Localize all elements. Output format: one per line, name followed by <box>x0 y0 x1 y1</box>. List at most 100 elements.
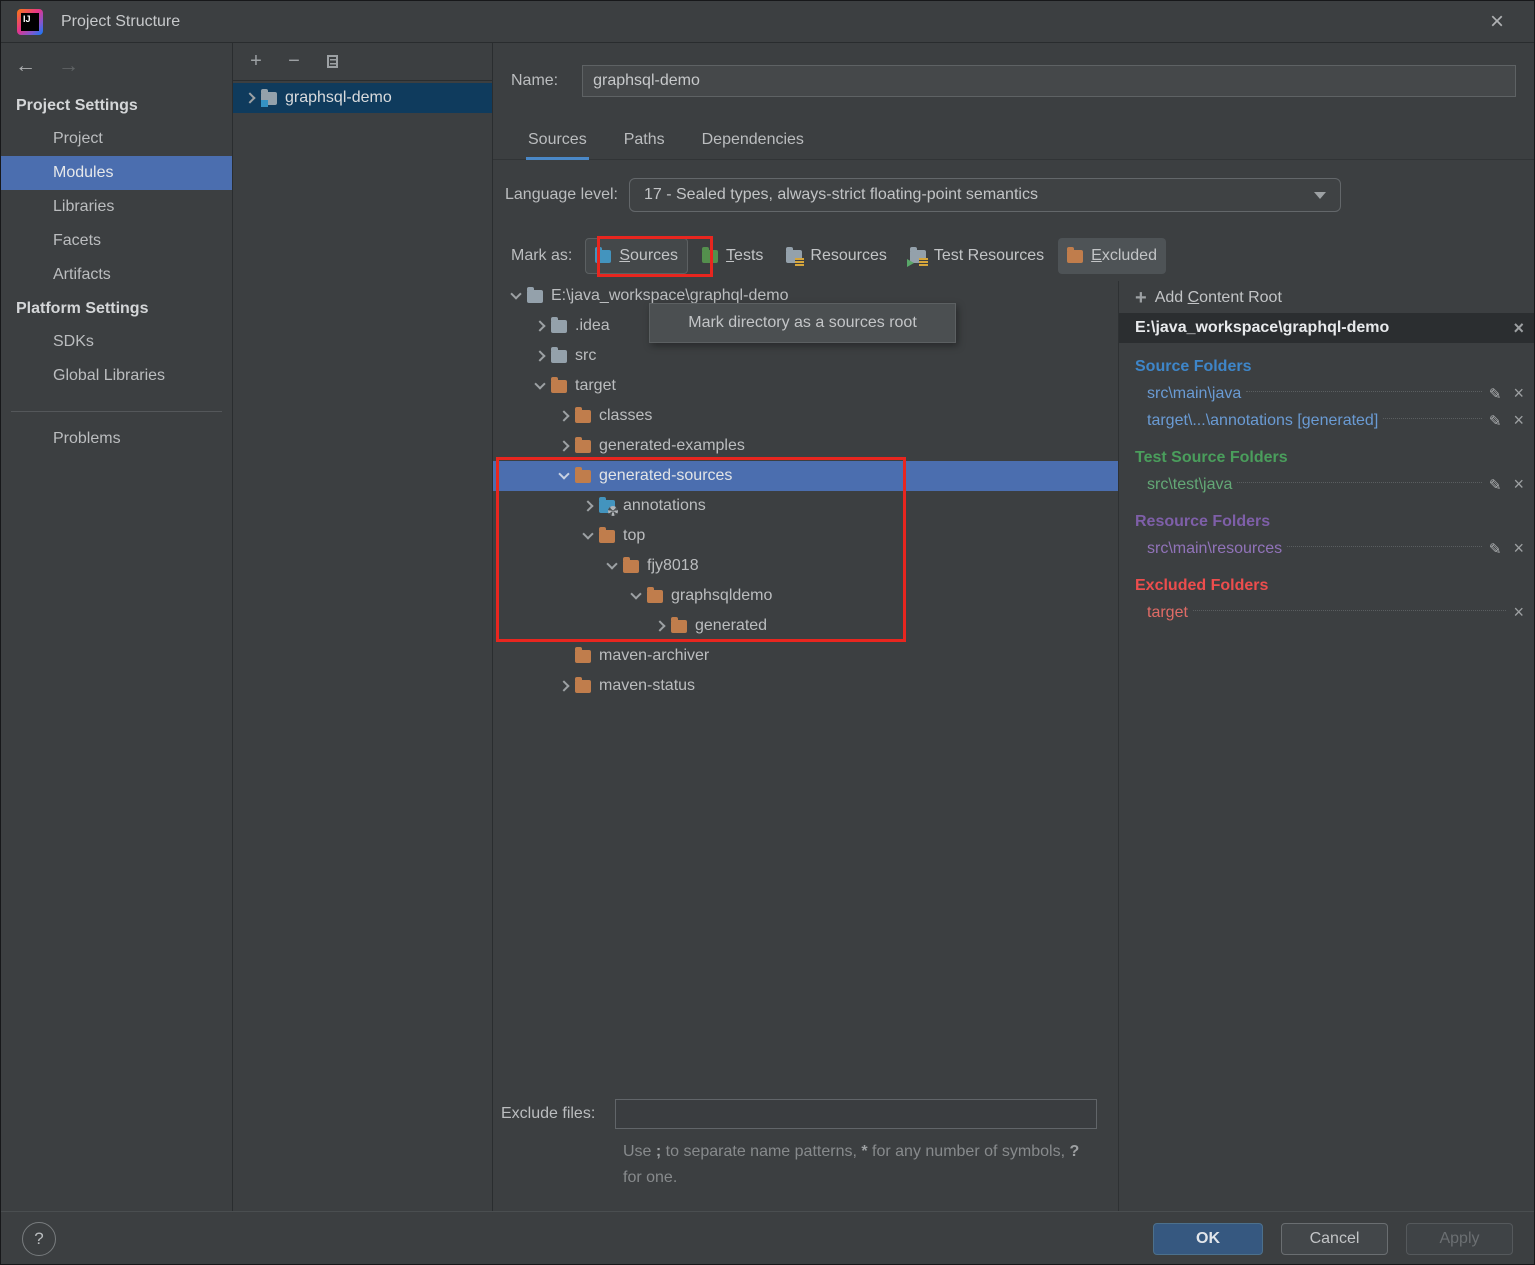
chevron-right-icon <box>654 620 665 631</box>
edit-pencil-icon[interactable]: ✎ <box>1489 540 1502 558</box>
tree-row-graphsqldemo[interactable]: graphsqldemo <box>493 581 1118 611</box>
tree-row-maven-archiver[interactable]: maven-archiver <box>493 641 1118 671</box>
tree-toggle[interactable] <box>529 371 551 401</box>
sidebar-item-project[interactable]: Project <box>1 122 232 156</box>
window-close-icon[interactable]: × <box>1480 5 1514 39</box>
tree-row-label: target <box>575 377 616 395</box>
tree-row-fjy8018[interactable]: fjy8018 <box>493 551 1118 581</box>
mark-as-label: Mark as: <box>511 247 572 265</box>
remove-content-root-icon[interactable]: × <box>1513 318 1524 339</box>
folder-path-row: target\...\annotations [generated] ✎ × <box>1119 407 1535 434</box>
remove-folder-icon[interactable]: × <box>1513 410 1524 431</box>
tree-row-generated-examples[interactable]: generated-examples <box>493 431 1118 461</box>
add-button[interactable]: + <box>241 48 271 76</box>
sidebar-item-artifacts[interactable]: Artifacts <box>1 258 232 292</box>
tree-row-target[interactable]: target <box>493 371 1118 401</box>
folder-icon-gray <box>551 320 567 333</box>
sidebar-item-modules[interactable]: Modules <box>1 156 232 190</box>
copy-button[interactable] <box>317 48 347 76</box>
apply-button[interactable]: Apply <box>1406 1223 1513 1255</box>
tooltip-mark-directory: Mark directory as a sources root <box>649 303 956 343</box>
folder-path-row: src\test\java ✎ × <box>1119 471 1535 498</box>
folder-path-link[interactable]: target <box>1147 604 1188 622</box>
sidebar-item-sdks[interactable]: SDKs <box>1 325 232 359</box>
tree-toggle[interactable] <box>625 581 647 611</box>
mark-as-test-resources-button[interactable]: Test Resources <box>901 238 1053 274</box>
sidebar-divider <box>11 411 222 412</box>
tree-row-maven-status[interactable]: maven-status <box>493 671 1118 701</box>
remove-folder-icon[interactable]: × <box>1513 538 1524 559</box>
exclude-files-input[interactable] <box>615 1099 1097 1129</box>
chevron-down-icon <box>606 558 617 569</box>
tab-dependencies[interactable]: Dependencies <box>702 125 804 159</box>
sidebar-section-header: Project Settings <box>1 89 232 122</box>
chevron-right-icon <box>558 680 569 691</box>
tree-row-annotations[interactable]: annotations <box>493 491 1118 521</box>
mark-as-excluded-button[interactable]: Excluded <box>1058 238 1166 274</box>
edit-pencil-icon[interactable]: ✎ <box>1489 385 1502 403</box>
tree-toggle[interactable] <box>553 671 575 701</box>
module-name-input[interactable] <box>582 65 1516 97</box>
language-level-value: 17 - Sealed types, always-strict floatin… <box>644 186 1038 204</box>
tree-toggle[interactable] <box>577 521 599 551</box>
tree-row-src[interactable]: src <box>493 341 1118 371</box>
remove-button[interactable]: − <box>279 48 309 76</box>
tree-row-label: generated <box>695 617 767 635</box>
edit-pencil-icon[interactable]: ✎ <box>1489 412 1502 430</box>
add-content-root-button[interactable]: + Add Content Root <box>1119 283 1535 313</box>
edit-pencil-icon[interactable]: ✎ <box>1489 476 1502 494</box>
tree-row-generated-sources[interactable]: generated-sources <box>493 461 1118 491</box>
remove-folder-icon[interactable]: × <box>1513 383 1524 404</box>
module-row-graphsql-demo[interactable]: graphsql-demo <box>233 83 492 113</box>
tree-toggle[interactable] <box>529 341 551 371</box>
tab-sources[interactable]: Sources <box>528 125 587 159</box>
tree-toggle[interactable] <box>577 491 599 521</box>
folders-section-excluded-folders: Excluded Folderstarget× <box>1119 573 1535 626</box>
sidebar-item-problems[interactable]: Problems <box>1 422 232 456</box>
folder-icon-orange <box>1067 250 1083 263</box>
sidebar-item-global-libraries[interactable]: Global Libraries <box>1 359 232 393</box>
folder-path-link[interactable]: target\...\annotations [generated] <box>1147 412 1378 430</box>
tree-row-generated[interactable]: generated <box>493 611 1118 641</box>
chevron-right-icon <box>558 410 569 421</box>
folder-icon-orange <box>647 590 663 603</box>
sidebar-item-libraries[interactable]: Libraries <box>1 190 232 224</box>
mark-as-sources-button[interactable]: Sources <box>585 238 688 274</box>
back-arrow-icon[interactable]: ← <box>15 54 36 78</box>
tree-row-top[interactable]: top <box>493 521 1118 551</box>
tree-toggle[interactable] <box>529 311 551 341</box>
chevron-down-icon <box>630 588 641 599</box>
tree-toggle[interactable] <box>649 611 671 641</box>
intellij-logo-icon: IJ <box>17 9 43 35</box>
folder-path-link[interactable]: src\test\java <box>1147 476 1232 494</box>
mark-as-resources-button[interactable]: Resources <box>777 238 895 274</box>
tree-toggle[interactable] <box>239 83 261 113</box>
folder-path-link[interactable]: src\main\java <box>1147 385 1241 403</box>
folder-icon-gray <box>527 290 543 303</box>
remove-folder-icon[interactable]: × <box>1513 474 1524 495</box>
tree-row-classes[interactable]: classes <box>493 401 1118 431</box>
tree-toggle[interactable] <box>553 401 575 431</box>
mark-as-tests-button[interactable]: Tests <box>693 238 772 274</box>
tab-paths[interactable]: Paths <box>624 125 665 159</box>
chevron-down-icon <box>510 288 521 299</box>
tree-toggle[interactable] <box>553 431 575 461</box>
cancel-button[interactable]: Cancel <box>1281 1223 1388 1255</box>
folder-path-link[interactable]: src\main\resources <box>1147 540 1282 558</box>
help-button[interactable]: ? <box>22 1222 56 1256</box>
tree-toggle[interactable] <box>601 551 623 581</box>
remove-folder-icon[interactable]: × <box>1513 602 1524 623</box>
dialog-title: Project Structure <box>61 13 180 31</box>
mark-as-button-label: Excluded <box>1091 247 1157 265</box>
ok-button[interactable]: OK <box>1153 1223 1263 1255</box>
folder-icon-orange <box>671 620 687 633</box>
language-level-select[interactable]: 17 - Sealed types, always-strict floatin… <box>629 178 1341 212</box>
tree-toggle[interactable] <box>553 461 575 491</box>
content-root-tree: E:\java_workspace\graphql-demo.ideasrcta… <box>493 281 1118 1211</box>
chevron-right-icon <box>244 92 255 103</box>
folder-icon-orange <box>575 410 591 423</box>
tree-toggle[interactable] <box>505 281 527 311</box>
sidebar-item-facets[interactable]: Facets <box>1 224 232 258</box>
dialog-footer: ? OK Cancel Apply <box>1 1211 1535 1265</box>
exclude-files-label: Exclude files: <box>493 1105 615 1123</box>
